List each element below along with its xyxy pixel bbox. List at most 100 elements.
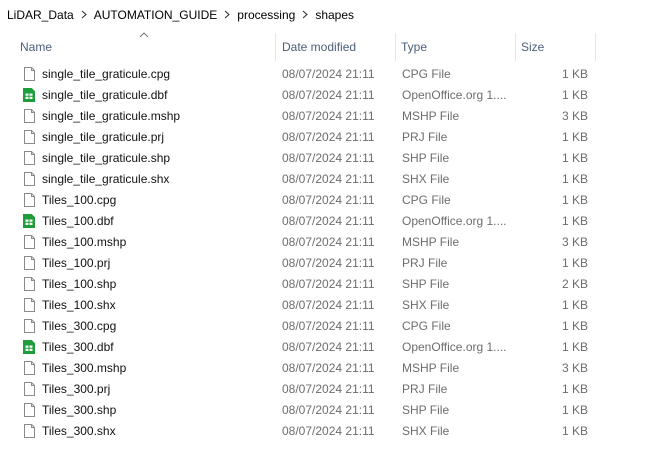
file-name[interactable]: Tiles_100.shp xyxy=(42,274,274,295)
file-date-modified: 08/07/2024 21:11 xyxy=(282,277,375,291)
file-icon-cell xyxy=(23,151,37,167)
file-row[interactable]: Tiles_100.dbf 08/07/2024 21:11 OpenOffic… xyxy=(0,211,661,232)
file-date-modified: 08/07/2024 21:11 xyxy=(282,172,375,186)
file-name[interactable]: Tiles_300.dbf xyxy=(42,337,274,358)
column-header-type[interactable]: Type xyxy=(395,33,515,61)
file-row[interactable]: Tiles_100.shp 08/07/2024 21:11 SHP File … xyxy=(0,274,661,295)
file-icon xyxy=(24,256,35,270)
file-name[interactable]: Tiles_100.shx xyxy=(42,295,274,316)
file-row[interactable]: Tiles_100.cpg 08/07/2024 21:11 CPG File … xyxy=(0,190,661,211)
file-size: 1 KB xyxy=(561,382,588,396)
file-row[interactable]: single_tile_graticule.shp 08/07/2024 21:… xyxy=(0,148,661,169)
file-type: MSHP File xyxy=(402,361,460,375)
file-date-modified: 08/07/2024 21:11 xyxy=(282,214,375,228)
file-name[interactable]: Tiles_300.shp xyxy=(42,400,274,421)
file-row[interactable]: Tiles_100.mshp 08/07/2024 21:11 MSHP Fil… xyxy=(0,232,661,253)
file-icon-cell xyxy=(23,88,37,104)
chevron-right-icon[interactable] xyxy=(296,9,314,21)
breadcrumb-item-shapes[interactable]: shapes xyxy=(314,8,355,22)
file-date-modified: 08/07/2024 21:11 xyxy=(282,151,375,165)
file-size: 3 KB xyxy=(561,361,588,375)
file-icon xyxy=(24,109,35,123)
file-icon xyxy=(24,382,35,396)
file-icon-cell xyxy=(23,193,37,209)
file-list: single_tile_graticule.cpg 08/07/2024 21:… xyxy=(0,64,661,442)
file-icon xyxy=(24,172,35,186)
file-size: 1 KB xyxy=(561,214,588,228)
file-name[interactable]: Tiles_100.dbf xyxy=(42,211,274,232)
file-row[interactable]: single_tile_graticule.dbf 08/07/2024 21:… xyxy=(0,85,661,106)
file-name[interactable]: Tiles_100.cpg xyxy=(42,190,274,211)
file-icon-cell xyxy=(23,214,37,230)
file-row[interactable]: Tiles_300.shx 08/07/2024 21:11 SHX File … xyxy=(0,421,661,442)
file-date-modified: 08/07/2024 21:11 xyxy=(282,424,375,438)
file-row[interactable]: Tiles_100.prj 08/07/2024 21:11 PRJ File … xyxy=(0,253,661,274)
column-header-date-modified[interactable]: Date modified xyxy=(276,33,395,61)
file-type: MSHP File xyxy=(402,235,460,249)
file-icon-cell xyxy=(23,109,37,125)
file-name[interactable]: single_tile_graticule.mshp xyxy=(42,106,274,127)
file-row[interactable]: Tiles_300.mshp 08/07/2024 21:11 MSHP Fil… xyxy=(0,358,661,379)
file-name[interactable]: Tiles_300.cpg xyxy=(42,316,274,337)
chevron-right-icon[interactable] xyxy=(75,9,93,21)
file-size: 3 KB xyxy=(561,235,588,249)
breadcrumb-item-lidar-data[interactable]: LiDAR_Data xyxy=(6,8,75,22)
file-date-modified: 08/07/2024 21:11 xyxy=(282,235,375,249)
file-row[interactable]: Tiles_100.shx 08/07/2024 21:11 SHX File … xyxy=(0,295,661,316)
file-row[interactable]: Tiles_300.prj 08/07/2024 21:11 PRJ File … xyxy=(0,379,661,400)
chevron-right-icon[interactable] xyxy=(218,9,236,21)
file-type: SHX File xyxy=(402,298,450,312)
file-date-modified: 08/07/2024 21:11 xyxy=(282,403,375,417)
file-size: 1 KB xyxy=(561,256,588,270)
file-size: 1 KB xyxy=(561,172,588,186)
file-name[interactable]: Tiles_300.prj xyxy=(42,379,274,400)
spreadsheet-icon xyxy=(23,88,35,102)
file-size: 1 KB xyxy=(561,340,588,354)
file-icon-cell xyxy=(23,361,37,377)
file-name[interactable]: single_tile_graticule.shp xyxy=(42,148,274,169)
file-icon xyxy=(24,67,35,81)
file-date-modified: 08/07/2024 21:11 xyxy=(282,382,375,396)
file-row[interactable]: single_tile_graticule.shx 08/07/2024 21:… xyxy=(0,169,661,190)
column-divider[interactable] xyxy=(595,33,596,61)
file-name[interactable]: Tiles_100.prj xyxy=(42,253,274,274)
file-size: 1 KB xyxy=(561,130,588,144)
breadcrumb-item-processing[interactable]: processing xyxy=(236,8,296,22)
file-name[interactable]: single_tile_graticule.prj xyxy=(42,127,274,148)
file-icon-cell xyxy=(23,67,37,83)
file-row[interactable]: single_tile_graticule.prj 08/07/2024 21:… xyxy=(0,127,661,148)
file-date-modified: 08/07/2024 21:11 xyxy=(282,319,375,333)
file-type: SHP File xyxy=(402,151,450,165)
file-name[interactable]: Tiles_100.mshp xyxy=(42,232,274,253)
file-icon-cell xyxy=(23,277,37,293)
file-row[interactable]: single_tile_graticule.cpg 08/07/2024 21:… xyxy=(0,64,661,85)
file-size: 1 KB xyxy=(561,403,588,417)
file-name[interactable]: single_tile_graticule.shx xyxy=(42,169,274,190)
file-row[interactable]: Tiles_300.dbf 08/07/2024 21:11 OpenOffic… xyxy=(0,337,661,358)
file-date-modified: 08/07/2024 21:11 xyxy=(282,88,375,102)
file-date-modified: 08/07/2024 21:11 xyxy=(282,256,375,270)
file-icon-cell xyxy=(23,172,37,188)
column-header-name[interactable]: Name xyxy=(14,33,276,61)
file-type: CPG File xyxy=(402,193,451,207)
column-header-size[interactable]: Size xyxy=(515,33,595,61)
file-name[interactable]: Tiles_300.mshp xyxy=(42,358,274,379)
file-row[interactable]: Tiles_300.cpg 08/07/2024 21:11 CPG File … xyxy=(0,316,661,337)
file-icon-cell xyxy=(23,424,37,440)
file-row[interactable]: single_tile_graticule.mshp 08/07/2024 21… xyxy=(0,106,661,127)
file-icon xyxy=(24,130,35,144)
file-size: 1 KB xyxy=(561,67,588,81)
breadcrumb: LiDAR_Data AUTOMATION_GUIDE processing s… xyxy=(0,0,661,30)
file-type: CPG File xyxy=(402,319,451,333)
file-size: 1 KB xyxy=(561,151,588,165)
file-name[interactable]: single_tile_graticule.dbf xyxy=(42,85,274,106)
file-name[interactable]: Tiles_300.shx xyxy=(42,421,274,442)
file-size: 2 KB xyxy=(561,277,588,291)
file-row[interactable]: Tiles_300.shp 08/07/2024 21:11 SHP File … xyxy=(0,400,661,421)
file-date-modified: 08/07/2024 21:11 xyxy=(282,193,375,207)
file-name[interactable]: single_tile_graticule.cpg xyxy=(42,64,274,85)
file-icon xyxy=(24,277,35,291)
file-type: OpenOffice.org 1.... xyxy=(402,214,507,228)
file-size: 1 KB xyxy=(561,88,588,102)
breadcrumb-item-automation-guide[interactable]: AUTOMATION_GUIDE xyxy=(93,8,219,22)
